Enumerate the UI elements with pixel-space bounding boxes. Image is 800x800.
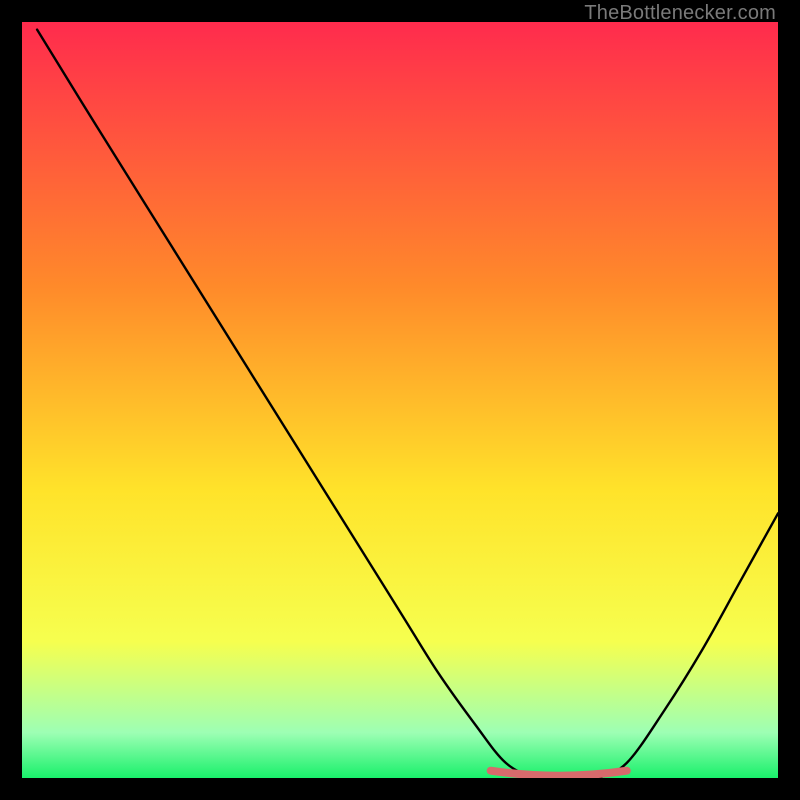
watermark-text: TheBottlenecker.com xyxy=(584,2,776,25)
chart-frame xyxy=(22,22,778,778)
gradient-background xyxy=(22,22,778,778)
bottleneck-chart xyxy=(22,22,778,778)
